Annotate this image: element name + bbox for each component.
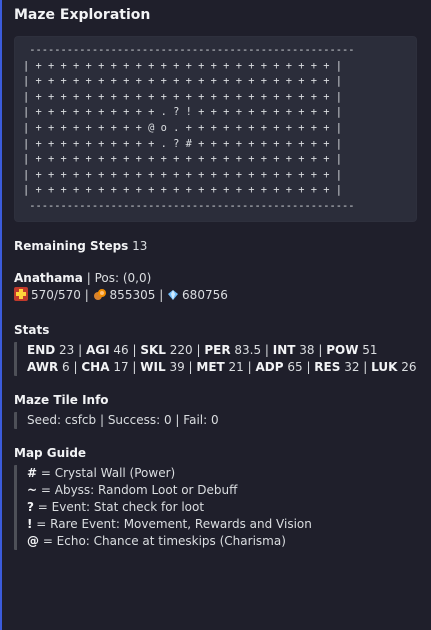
maze-row: | + + + + + + + + + + . ? # + + + + + + … (23, 137, 343, 150)
remaining-steps-value: 13 (132, 238, 148, 253)
stat-value: 51 (358, 342, 378, 357)
map-guide-section: Map Guide # = Crystal Wall (Power) ~ = Ab… (14, 445, 417, 550)
map-guide-symbol: ~ (27, 482, 38, 497)
stats-line-2: AWR 6 | CHA 17 | WIL 39 | MET 21 | ADP 6… (27, 359, 417, 374)
embed-accent-bar (0, 0, 2, 630)
maze-row: | + + + + + + + + + @ o . + + + + + + + … (23, 121, 343, 134)
map-guide-quote: # = Crystal Wall (Power) ~ = Abyss: Rando… (14, 464, 417, 550)
stat-key: AGI (85, 342, 110, 357)
stat-value: 23 (55, 342, 75, 357)
stat-key: AWR (27, 359, 59, 374)
maze-row: | + + + + + + + + + + + + + + + + + + + … (23, 90, 343, 103)
maze-embed: Maze Exploration -----------------------… (14, 0, 417, 550)
player-position: | Pos: (0,0) (82, 270, 152, 285)
health-cross-icon (14, 286, 28, 306)
map-guide-symbol: ? (27, 499, 34, 514)
map-guide-description: = Event: Stat check for loot (33, 499, 205, 514)
gold-pile-icon (93, 287, 107, 306)
hp-value: 570/570 (31, 287, 81, 302)
stat-key: END (27, 342, 56, 357)
stat-value: 26 (397, 359, 417, 374)
stat-key: SKL (140, 342, 166, 357)
stat-value: 6 (58, 359, 70, 374)
map-guide-symbol: @ (27, 533, 39, 548)
embed-title: Maze Exploration (14, 7, 151, 23)
stat-key: MET (196, 359, 225, 374)
stat-key: WIL (140, 359, 166, 374)
stat-value: 21 (224, 359, 244, 374)
maze-row: | + + + + + + + + + + + + + + + + + + + … (23, 75, 343, 88)
stats-quote: END 23 | AGI 46 | SKL 220 | PER 83.5 | I… (14, 341, 417, 376)
gold-value: 855305 (109, 287, 156, 302)
tile-info-section: Maze Tile Info Seed: csfcb | Success: 0 … (14, 392, 417, 429)
stat-value: 65 (283, 359, 303, 374)
stat-value: 46 (109, 342, 129, 357)
stat-key: CHA (81, 359, 110, 374)
stats-line-1: END 23 | AGI 46 | SKL 220 | PER 83.5 | I… (27, 342, 378, 357)
maze-row: | + + + + + + + + + + + + + + + + + + + … (23, 153, 343, 166)
remaining-steps: Remaining Steps 13 (14, 238, 417, 254)
stat-key: INT (272, 342, 296, 357)
maze-row: | + + + + + + + + + + + + + + + + + + + … (23, 184, 343, 197)
gems-value: 680756 (182, 287, 228, 302)
stats-section: Stats END 23 | AGI 46 | SKL 220 | PER 83… (14, 322, 417, 376)
stat-key: RES (314, 359, 341, 374)
maze-row: | + + + + + + + + + + + + + + + + + + + … (23, 168, 343, 181)
player-info: Anathama | Pos: (0,0) 570/570 | 855305 | (14, 270, 417, 306)
maze-row: ----------------------------------------… (23, 199, 355, 212)
map-guide-description: = Crystal Wall (Power) (37, 465, 176, 480)
map-guide-entry: ? = Event: Stat check for loot (27, 499, 417, 516)
tile-info-quote: Seed: csfcb | Success: 0 | Fail: 0 (14, 411, 417, 429)
map-guide-symbol: # (27, 465, 38, 480)
stat-key: ADP (255, 359, 284, 374)
map-guide-description: = Abyss: Random Loot or Debuff (37, 482, 238, 497)
maze-row: | + + + + + + + + + + + + + + + + + + + … (23, 59, 343, 72)
crystal-gem-icon (167, 289, 179, 306)
map-guide-entry: # = Crystal Wall (Power) (27, 465, 417, 482)
stat-key: LUK (371, 359, 398, 374)
maze-row: | + + + + + + + + + + . ? ! + + + + + + … (23, 106, 343, 119)
map-guide-description: = Rare Event: Movement, Rewards and Visi… (32, 516, 312, 531)
stats-title: Stats (14, 322, 50, 337)
stat-value: 83.5 (230, 342, 262, 357)
map-guide-entry: @ = Echo: Chance at timeskips (Charisma) (27, 533, 417, 550)
maze-map-codeblock: ----------------------------------------… (14, 36, 417, 222)
remaining-steps-label: Remaining Steps (14, 238, 129, 253)
stat-value: 39 (165, 359, 185, 374)
stat-key: POW (326, 342, 359, 357)
stat-key: PER (204, 342, 231, 357)
player-name: Anathama (14, 270, 83, 285)
stat-value: 32 (340, 359, 360, 374)
stat-value: 17 (109, 359, 129, 374)
map-guide-title: Map Guide (14, 445, 87, 460)
stat-value: 220 (165, 342, 193, 357)
player-resources: 570/570 | 855305 | 680756 (14, 286, 417, 306)
maze-row: ----------------------------------------… (23, 44, 355, 56)
stat-value: 38 (295, 342, 315, 357)
map-guide-entry: ! = Rare Event: Movement, Rewards and Vi… (27, 516, 417, 533)
tile-info-text: Seed: csfcb | Success: 0 | Fail: 0 (27, 412, 219, 427)
map-guide-description: = Echo: Chance at timeskips (Charisma) (39, 533, 286, 548)
tile-info-title: Maze Tile Info (14, 392, 109, 407)
map-guide-entry: ~ = Abyss: Random Loot or Debuff (27, 482, 417, 499)
